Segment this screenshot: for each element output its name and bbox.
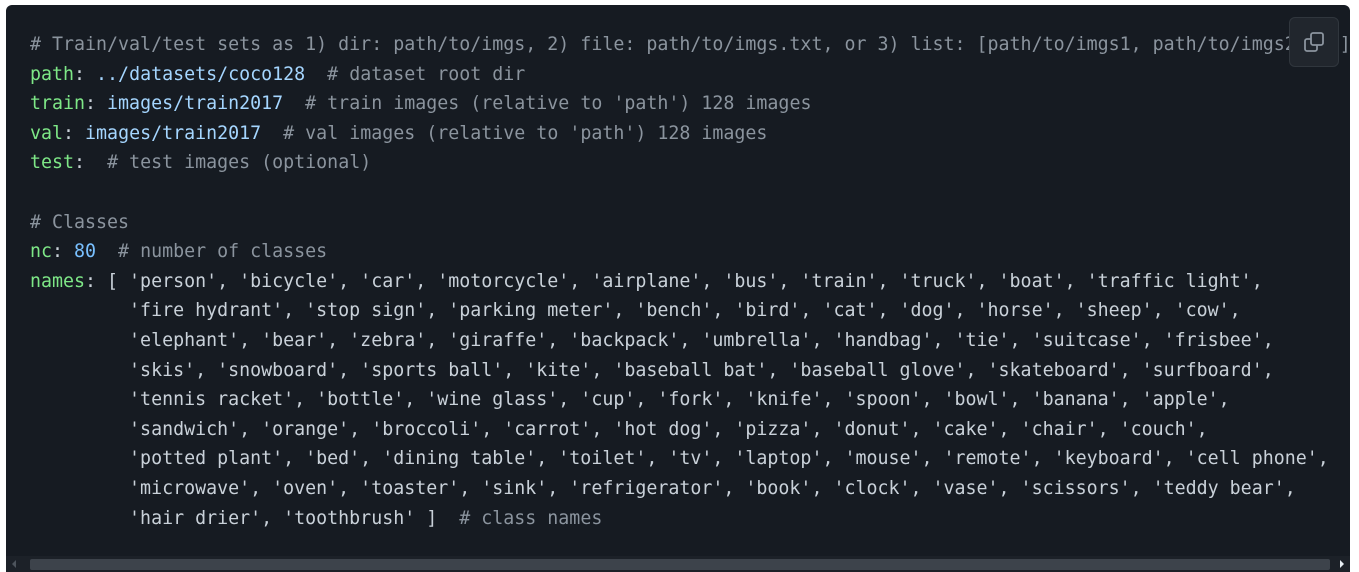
code-token: nc [30, 241, 53, 263]
code-token: val [30, 122, 64, 144]
code-line: 'sandwich', 'orange', 'broccoli', 'carro… [30, 415, 1350, 445]
code-token: test [30, 152, 75, 174]
code-token: # dataset root dir [305, 63, 526, 85]
code-line: 'skis', 'snowboard', 'sports ball', 'kit… [30, 356, 1350, 386]
code-token: # train images (relative to 'path') 128 … [283, 93, 812, 115]
code-token: path [30, 63, 75, 85]
code-token: # test images (optional) [107, 152, 372, 174]
code-token: train [30, 93, 86, 115]
code-block: # Train/val/test sets as 1) dir: path/to… [6, 5, 1350, 572]
code-line: path: ../datasets/coco128 # dataset root… [30, 60, 1350, 90]
arrow-right-icon[interactable] [1334, 556, 1350, 572]
code-line: # Train/val/test sets as 1) dir: path/to… [30, 30, 1350, 60]
copy-button[interactable] [1289, 17, 1339, 67]
code-token: # number of classes [96, 241, 328, 263]
code-token: : [74, 63, 97, 85]
horizontal-scrollbar[interactable] [6, 556, 1350, 572]
code-token: # Train/val/test sets as 1) dir: path/to… [30, 34, 1350, 55]
code-token: : [85, 93, 108, 115]
code-token: 'skis', 'snowboard', 'sports ball', 'kit… [30, 359, 1274, 381]
copy-icon [1302, 30, 1326, 54]
code-token: 80 [74, 241, 97, 263]
code-line: names: [ 'person', 'bicycle', 'car', 'mo… [30, 267, 1350, 297]
code-line: 'tennis racket', 'bottle', 'wine glass',… [30, 385, 1350, 415]
code-line: 'fire hydrant', 'stop sign', 'parking me… [30, 296, 1350, 326]
code-token: images/train2017 [107, 93, 284, 115]
code-token: 'microwave', 'oven', 'toaster', 'sink', … [30, 477, 1296, 499]
code-token: # class names [437, 507, 603, 529]
code-line: 'microwave', 'oven', 'toaster', 'sink', … [30, 474, 1350, 504]
code-line: test: # test images (optional) [30, 148, 1350, 178]
code-token: # val images (relative to 'path') 128 im… [261, 122, 768, 144]
code-line: 'hair drier', 'toothbrush' ] # class nam… [30, 504, 1350, 534]
code-token: 'sandwich', 'orange', 'broccoli', 'carro… [30, 418, 1208, 440]
code-token: 'fire hydrant', 'stop sign', 'parking me… [30, 300, 1241, 322]
scrollbar-thumb[interactable] [30, 559, 1330, 570]
code-token: 'hair drier', 'toothbrush' ] [30, 507, 438, 529]
code-token: : [74, 152, 108, 174]
code-line: # Classes [30, 208, 1350, 238]
code-token: images/train2017 [85, 122, 262, 144]
code-scroll-area[interactable]: # Train/val/test sets as 1) dir: path/to… [6, 5, 1350, 556]
code-token: : [ 'person', 'bicycle', 'car', 'motorcy… [85, 270, 1263, 292]
code-token: 'potted plant', 'bed', 'dining table', '… [30, 448, 1329, 470]
code-line: nc: 80 # number of classes [30, 237, 1350, 267]
code-token: # Classes [30, 211, 130, 233]
code-line: val: images/train2017 # val images (rela… [30, 119, 1350, 149]
code-token: 'tennis racket', 'bottle', 'wine glass',… [30, 389, 1230, 411]
code-line: train: images/train2017 # train images (… [30, 89, 1350, 119]
code-line: 'potted plant', 'bed', 'dining table', '… [30, 444, 1350, 474]
arrow-left-icon[interactable] [6, 556, 22, 572]
code-line: 'elephant', 'bear', 'zebra', 'giraffe', … [30, 326, 1350, 356]
code-token: ../datasets/coco128 [96, 63, 306, 85]
code-token: 'elephant', 'bear', 'zebra', 'giraffe', … [30, 329, 1274, 351]
code-token: names [30, 270, 86, 292]
code-token: : [52, 241, 75, 263]
code-token: : [63, 122, 86, 144]
code-content: # Train/val/test sets as 1) dir: path/to… [30, 30, 1350, 533]
